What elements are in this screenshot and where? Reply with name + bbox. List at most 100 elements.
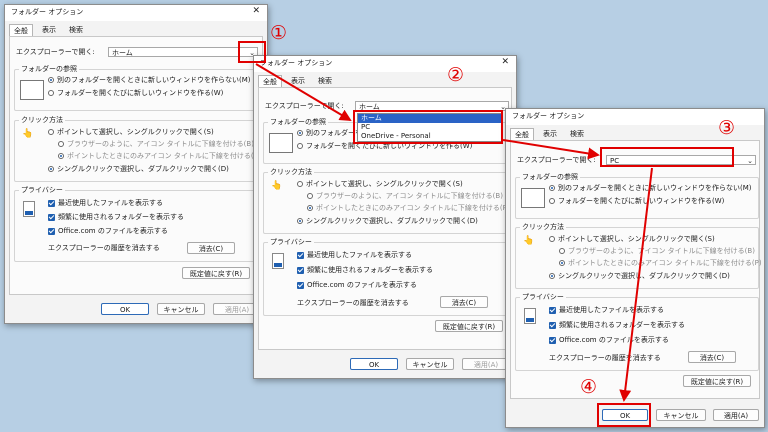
window-title: フォルダー オプション: [512, 112, 585, 120]
checkbox-recent-files-label: 最近使用したファイルを表示する: [307, 251, 412, 259]
cancel-button[interactable]: キャンセル: [406, 358, 454, 370]
cancel-button[interactable]: キャンセル: [157, 303, 205, 315]
radio-underline-browser[interactable]: [307, 193, 313, 199]
step-marker-3: ③: [718, 117, 736, 139]
browse-legend: フォルダーの参照: [268, 118, 328, 127]
privacy-group: プライバシー 最近使用したファイルを表示する 頻繁に使用されるフォルダーを表示す…: [14, 186, 260, 262]
close-icon[interactable]: ✕: [501, 57, 509, 67]
ok-button[interactable]: OK: [101, 303, 149, 315]
click-legend: クリック方法: [268, 168, 314, 177]
privacy-legend: プライバシー: [268, 238, 314, 247]
highlight-combo-arrow: [238, 41, 266, 63]
highlight-ok-button: [597, 403, 651, 427]
checkbox-recent-files-label: 最近使用したファイルを表示する: [559, 306, 664, 314]
privacy-icon: [272, 253, 284, 269]
radio-underline-browser-label: ブラウザーのように、アイコン タイトルに下線を付ける(B): [316, 192, 503, 200]
apply-button[interactable]: 適用(A): [462, 358, 510, 370]
clear-button[interactable]: 消去(C): [187, 242, 235, 254]
radio-underline-browser-label: ブラウザーのように、アイコン タイトルに下線を付ける(B): [568, 247, 755, 255]
checkbox-frequent-folders-label: 頻繁に使用されるフォルダーを表示する: [58, 213, 184, 221]
tab-search[interactable]: 検索: [65, 24, 87, 36]
radio-new-window-label: フォルダーを開くたびに新しいウィンドウを作る(W): [57, 89, 224, 97]
radio-underline-point[interactable]: [307, 205, 313, 211]
radio-underline-point-label: ポイントしたときにのみアイコン タイトルに下線を付ける(P): [568, 259, 762, 267]
click-group: クリック方法 👆 ポイントして選択し、シングルクリックで開く(S) ブラウザーの…: [14, 116, 261, 182]
checkbox-office-files-label: Office.com のファイルを表示する: [58, 227, 168, 235]
open-explorer-combo[interactable]: ホーム ⌄: [108, 47, 258, 57]
tab-view[interactable]: 表示: [38, 24, 60, 36]
radio-new-window[interactable]: [549, 198, 555, 204]
radio-single-click-label: ポイントして選択し、シングルクリックで開く(S): [558, 235, 715, 243]
highlight-combo-pc: [600, 147, 734, 167]
chevron-down-icon[interactable]: ⌄: [747, 156, 753, 166]
ok-button[interactable]: OK: [350, 358, 398, 370]
checkbox-recent-files[interactable]: [48, 200, 55, 207]
open-explorer-label: エクスプローラーで開く:: [16, 48, 95, 56]
checkbox-office-files[interactable]: [48, 228, 55, 235]
folder-options-window-1: フォルダー オプション ✕ 全般 表示 検索 エクスプローラーで開く: ホーム ⌄…: [4, 4, 268, 324]
radio-single-click[interactable]: [48, 129, 54, 135]
radio-underline-browser-label: ブラウザーのように、アイコン タイトルに下線を付ける(B): [67, 140, 254, 148]
radio-double-click-label: シングルクリックで選択し、ダブルクリックで開く(D): [558, 272, 730, 280]
checkbox-frequent-folders[interactable]: [549, 322, 556, 329]
tab-search[interactable]: 検索: [566, 128, 588, 140]
cursor-icon: 👆: [523, 236, 535, 246]
radio-underline-point[interactable]: [58, 153, 64, 159]
radio-double-click[interactable]: [297, 218, 303, 224]
radio-same-window[interactable]: [48, 77, 54, 83]
tab-view[interactable]: 表示: [539, 128, 561, 140]
checkbox-recent-files[interactable]: [297, 252, 304, 259]
checkbox-office-files-label: Office.com のファイルを表示する: [307, 281, 417, 289]
checkbox-office-files-label: Office.com のファイルを表示する: [559, 336, 669, 344]
cancel-button[interactable]: キャンセル: [656, 409, 706, 421]
step-marker-4: ④: [580, 376, 598, 398]
apply-button[interactable]: 適用(A): [713, 409, 759, 421]
general-panel: エクスプローラーで開く: PC ⌄ フォルダーの参照 別のフォルダーを開くときに新…: [510, 140, 762, 399]
privacy-group: プライバシー 最近使用したファイルを表示する 頻繁に使用されるフォルダーを表示す…: [515, 293, 759, 371]
restore-defaults-button[interactable]: 既定値に戻す(R): [683, 375, 751, 387]
folder-icon: [20, 80, 44, 100]
radio-single-click[interactable]: [297, 181, 303, 187]
step-marker-2: ②: [447, 64, 465, 86]
title-bar: フォルダー オプション ✕: [254, 56, 516, 72]
close-icon[interactable]: ✕: [252, 6, 260, 16]
tab-view[interactable]: 表示: [287, 75, 309, 87]
checkbox-frequent-folders[interactable]: [297, 267, 304, 274]
radio-single-click-label: ポイントして選択し、シングルクリックで開く(S): [306, 180, 463, 188]
radio-single-click[interactable]: [549, 236, 555, 242]
radio-same-window[interactable]: [549, 185, 555, 191]
radio-same-window[interactable]: [297, 130, 303, 136]
window-title: フォルダー オプション: [260, 59, 333, 67]
radio-underline-browser[interactable]: [559, 248, 565, 254]
restore-defaults-button[interactable]: 既定値に戻す(R): [435, 320, 503, 332]
radio-new-window[interactable]: [297, 143, 303, 149]
radio-new-window[interactable]: [48, 90, 54, 96]
cursor-icon: 👆: [271, 181, 283, 191]
restore-defaults-button[interactable]: 既定値に戻す(R): [182, 267, 250, 279]
clear-history-label: エクスプローラーの履歴を消去する: [549, 354, 661, 362]
checkbox-office-files[interactable]: [549, 337, 556, 344]
browse-group: フォルダーの参照 別のフォルダーを開くときに新しいウィンドウを作らない(M) フ…: [14, 65, 260, 111]
browse-legend: フォルダーの参照: [520, 173, 580, 182]
tab-search[interactable]: 検索: [314, 75, 336, 87]
clear-button[interactable]: 消去(C): [440, 296, 488, 308]
general-panel: エクスプローラーで開く: ホーム⌄ フォルダーの参照 別のフォルダーを開くときに…: [9, 36, 263, 295]
checkbox-recent-files[interactable]: [549, 307, 556, 314]
clear-button[interactable]: 消去(C): [688, 351, 736, 363]
radio-underline-browser[interactable]: [58, 141, 64, 147]
radio-double-click[interactable]: [549, 273, 555, 279]
radio-underline-point[interactable]: [559, 260, 565, 266]
combo-value: ホーム: [112, 49, 133, 57]
privacy-group: プライバシー 最近使用したファイルを表示する 頻繁に使用されるフォルダーを表示す…: [263, 238, 511, 316]
window-title: フォルダー オプション: [11, 8, 84, 16]
checkbox-office-files[interactable]: [297, 282, 304, 289]
radio-double-click[interactable]: [48, 166, 54, 172]
privacy-icon: [524, 308, 536, 324]
folder-icon: [521, 188, 545, 208]
click-legend: クリック方法: [19, 116, 65, 125]
checkbox-frequent-folders-label: 頻繁に使用されるフォルダーを表示する: [307, 266, 433, 274]
checkbox-frequent-folders[interactable]: [48, 214, 55, 221]
browse-group: フォルダーの参照 別のフォルダーを開くときに新しいウィンドウを作らない(M) フ…: [515, 173, 759, 219]
title-bar: フォルダー オプション ✕: [5, 5, 267, 21]
open-explorer-label: エクスプローラーで開く:: [517, 156, 596, 164]
